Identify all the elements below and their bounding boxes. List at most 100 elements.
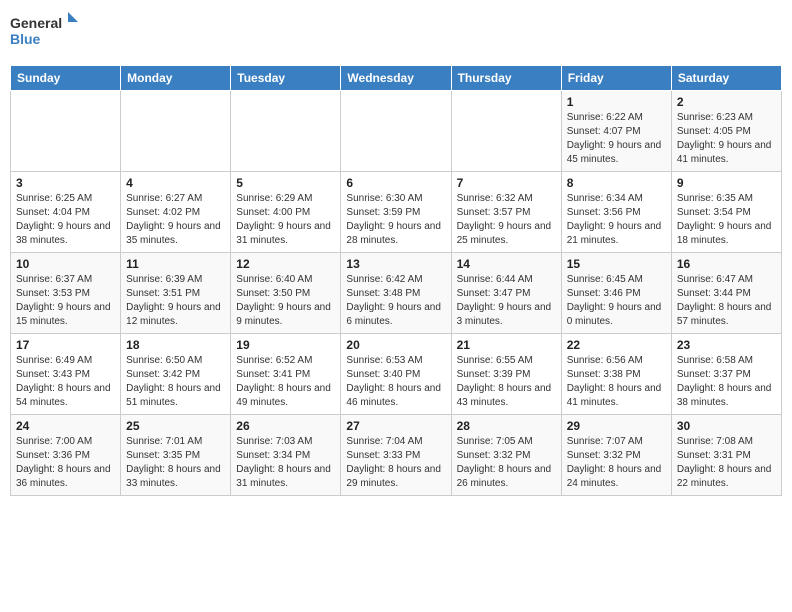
day-number: 16	[677, 257, 776, 271]
day-info: Sunrise: 6:47 AMSunset: 3:44 PMDaylight:…	[677, 273, 776, 329]
calendar-cell: 4Sunrise: 6:27 AMSunset: 4:02 PMDaylight…	[121, 172, 231, 253]
day-number: 15	[567, 257, 666, 271]
day-number: 28	[457, 419, 556, 433]
day-number: 7	[457, 176, 556, 190]
day-info: Sunrise: 6:49 AMSunset: 3:43 PMDaylight:…	[16, 354, 115, 410]
day-of-week-header: Tuesday	[231, 66, 341, 91]
day-info: Sunrise: 6:40 AMSunset: 3:50 PMDaylight:…	[236, 273, 335, 329]
day-number: 6	[346, 176, 445, 190]
day-info: Sunrise: 6:34 AMSunset: 3:56 PMDaylight:…	[567, 192, 666, 248]
day-info: Sunrise: 7:07 AMSunset: 3:32 PMDaylight:…	[567, 435, 666, 491]
day-number: 18	[126, 338, 225, 352]
day-number: 26	[236, 419, 335, 433]
day-number: 3	[16, 176, 115, 190]
calendar-cell: 30 Sunrise: 7:08 AMSunset: 3:31 PMDayligh…	[671, 415, 781, 496]
calendar-week-row: 24 Sunrise: 7:00 AMSunset: 3:36 PMDayligh…	[11, 415, 782, 496]
calendar-week-row: 3 Sunrise: 6:25 AMSunset: 4:04 PMDaylight…	[11, 172, 782, 253]
calendar-cell: 12Sunrise: 6:40 AMSunset: 3:50 PMDayligh…	[231, 253, 341, 334]
logo-triangle	[68, 12, 78, 22]
calendar-cell: 5 Sunrise: 6:29 AMSunset: 4:00 PMDaylight…	[231, 172, 341, 253]
calendar-cell	[11, 91, 121, 172]
day-of-week-header: Monday	[121, 66, 231, 91]
calendar-header-row: SundayMondayTuesdayWednesdayThursdayFrid…	[11, 66, 782, 91]
day-number: 11	[126, 257, 225, 271]
day-of-week-header: Sunday	[11, 66, 121, 91]
day-number: 5	[236, 176, 335, 190]
calendar-cell: 6 Sunrise: 6:30 AMSunset: 3:59 PMDaylight…	[341, 172, 451, 253]
day-info: Sunrise: 7:08 AMSunset: 3:31 PMDaylight:…	[677, 435, 776, 491]
calendar-cell: 26 Sunrise: 7:03 AMSunset: 3:34 PMDayligh…	[231, 415, 341, 496]
calendar-cell: 28 Sunrise: 7:05 AMSunset: 3:32 PMDayligh…	[451, 415, 561, 496]
day-info: Sunrise: 7:03 AMSunset: 3:34 PMDaylight:…	[236, 435, 335, 491]
calendar-cell: 8 Sunrise: 6:34 AMSunset: 3:56 PMDaylight…	[561, 172, 671, 253]
day-info: Sunrise: 6:50 AMSunset: 3:42 PMDaylight:…	[126, 354, 225, 410]
calendar-cell: 23Sunrise: 6:58 AMSunset: 3:37 PMDayligh…	[671, 334, 781, 415]
day-info: Sunrise: 7:01 AMSunset: 3:35 PMDaylight:…	[126, 435, 225, 491]
calendar-cell: 25 Sunrise: 7:01 AMSunset: 3:35 PMDayligh…	[121, 415, 231, 496]
day-info: Sunrise: 6:32 AMSunset: 3:57 PMDaylight:…	[457, 192, 556, 248]
calendar-cell: 24 Sunrise: 7:00 AMSunset: 3:36 PMDayligh…	[11, 415, 121, 496]
day-number: 14	[457, 257, 556, 271]
calendar-cell: 29 Sunrise: 7:07 AMSunset: 3:32 PMDayligh…	[561, 415, 671, 496]
calendar-cell: 2Sunrise: 6:23 AMSunset: 4:05 PMDaylight…	[671, 91, 781, 172]
calendar-table: SundayMondayTuesdayWednesdayThursdayFrid…	[10, 65, 782, 496]
day-info: Sunrise: 7:00 AMSunset: 3:36 PMDaylight:…	[16, 435, 115, 491]
day-number: 8	[567, 176, 666, 190]
calendar-cell: 9 Sunrise: 6:35 AMSunset: 3:54 PMDaylight…	[671, 172, 781, 253]
day-number: 9	[677, 176, 776, 190]
day-info: Sunrise: 6:52 AMSunset: 3:41 PMDaylight:…	[236, 354, 335, 410]
calendar-cell: 7 Sunrise: 6:32 AMSunset: 3:57 PMDaylight…	[451, 172, 561, 253]
calendar-cell: 1 Sunrise: 6:22 AMSunset: 4:07 PMDaylight…	[561, 91, 671, 172]
day-number: 29	[567, 419, 666, 433]
day-info: Sunrise: 6:39 AMSunset: 3:51 PMDaylight:…	[126, 273, 225, 329]
day-info: Sunrise: 6:58 AMSunset: 3:37 PMDaylight:…	[677, 354, 776, 410]
calendar-cell: 13Sunrise: 6:42 AMSunset: 3:48 PMDayligh…	[341, 253, 451, 334]
calendar-cell: 11 Sunrise: 6:39 AMSunset: 3:51 PMDayligh…	[121, 253, 231, 334]
calendar-cell	[121, 91, 231, 172]
calendar-cell: 21Sunrise: 6:55 AMSunset: 3:39 PMDayligh…	[451, 334, 561, 415]
day-info: Sunrise: 7:05 AMSunset: 3:32 PMDaylight:…	[457, 435, 556, 491]
day-info: Sunrise: 7:04 AMSunset: 3:33 PMDaylight:…	[346, 435, 445, 491]
day-number: 27	[346, 419, 445, 433]
calendar-cell	[231, 91, 341, 172]
day-number: 17	[16, 338, 115, 352]
day-of-week-header: Thursday	[451, 66, 561, 91]
logo-blue-text: Blue	[10, 31, 41, 47]
day-number: 2	[677, 95, 776, 109]
day-number: 1	[567, 95, 666, 109]
day-info: Sunrise: 6:29 AMSunset: 4:00 PMDaylight:…	[236, 192, 335, 248]
day-info: Sunrise: 6:30 AMSunset: 3:59 PMDaylight:…	[346, 192, 445, 248]
day-of-week-header: Wednesday	[341, 66, 451, 91]
calendar-cell: 17 Sunrise: 6:49 AMSunset: 3:43 PMDayligh…	[11, 334, 121, 415]
logo: General Blue	[10, 10, 80, 55]
calendar-cell: 10Sunrise: 6:37 AMSunset: 3:53 PMDayligh…	[11, 253, 121, 334]
page-header: General Blue	[10, 10, 782, 55]
day-info: Sunrise: 6:25 AMSunset: 4:04 PMDaylight:…	[16, 192, 115, 248]
calendar-cell	[451, 91, 561, 172]
day-info: Sunrise: 6:45 AMSunset: 3:46 PMDaylight:…	[567, 273, 666, 329]
day-number: 22	[567, 338, 666, 352]
day-number: 19	[236, 338, 335, 352]
day-number: 4	[126, 176, 225, 190]
day-number: 21	[457, 338, 556, 352]
calendar-cell: 18 Sunrise: 6:50 AMSunset: 3:42 PMDayligh…	[121, 334, 231, 415]
day-info: Sunrise: 6:22 AMSunset: 4:07 PMDaylight:…	[567, 111, 666, 167]
calendar-week-row: 17 Sunrise: 6:49 AMSunset: 3:43 PMDayligh…	[11, 334, 782, 415]
day-of-week-header: Friday	[561, 66, 671, 91]
day-number: 25	[126, 419, 225, 433]
day-info: Sunrise: 6:53 AMSunset: 3:40 PMDaylight:…	[346, 354, 445, 410]
day-number: 10	[16, 257, 115, 271]
day-info: Sunrise: 6:56 AMSunset: 3:38 PMDaylight:…	[567, 354, 666, 410]
calendar-cell: 19 Sunrise: 6:52 AMSunset: 3:41 PMDayligh…	[231, 334, 341, 415]
calendar-cell: 3 Sunrise: 6:25 AMSunset: 4:04 PMDaylight…	[11, 172, 121, 253]
day-number: 24	[16, 419, 115, 433]
day-number: 30	[677, 419, 776, 433]
day-number: 13	[346, 257, 445, 271]
calendar-cell: 16 Sunrise: 6:47 AMSunset: 3:44 PMDayligh…	[671, 253, 781, 334]
day-info: Sunrise: 6:35 AMSunset: 3:54 PMDaylight:…	[677, 192, 776, 248]
calendar-week-row: 1 Sunrise: 6:22 AMSunset: 4:07 PMDaylight…	[11, 91, 782, 172]
calendar-cell: 15 Sunrise: 6:45 AMSunset: 3:46 PMDayligh…	[561, 253, 671, 334]
logo-svg: General Blue	[10, 10, 80, 55]
logo-general-text: General	[10, 15, 62, 31]
calendar-cell: 20Sunrise: 6:53 AMSunset: 3:40 PMDayligh…	[341, 334, 451, 415]
